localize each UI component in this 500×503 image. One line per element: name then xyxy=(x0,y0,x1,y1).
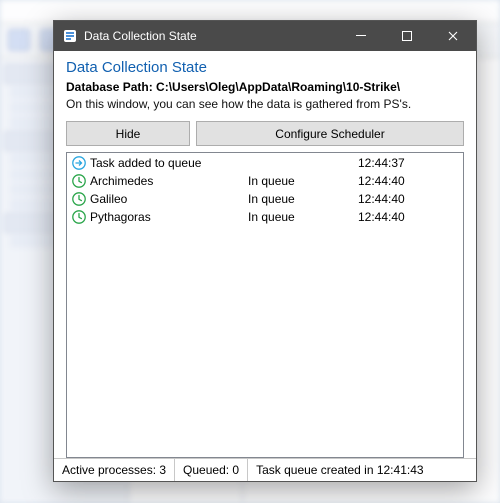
configure-button-label: Configure Scheduler xyxy=(275,127,384,141)
clock-icon xyxy=(71,210,86,225)
row-name: Task added to queue xyxy=(90,156,244,170)
status-queued: Queued: 0 xyxy=(175,459,248,481)
dialog-titlebar[interactable]: Data Collection State xyxy=(54,21,476,51)
data-collection-dialog: Data Collection State Data Collection St… xyxy=(53,20,477,482)
status-bar: Active processes: 3 Queued: 0 Task queue… xyxy=(54,458,476,481)
configure-scheduler-button[interactable]: Configure Scheduler xyxy=(196,121,464,146)
dialog-title-text: Data Collection State xyxy=(84,29,197,43)
clock-icon xyxy=(71,174,86,189)
list-item[interactable]: Pythagoras In queue 12:44:40 xyxy=(67,208,463,226)
status-active: Active processes: 3 xyxy=(54,459,175,481)
header-title: Data Collection State xyxy=(66,59,464,76)
close-button[interactable] xyxy=(430,21,476,51)
row-name: Pythagoras xyxy=(90,210,244,224)
arrow-icon xyxy=(71,156,86,171)
hide-button-label: Hide xyxy=(116,127,141,141)
list-item[interactable]: Archimedes In queue 12:44:40 xyxy=(67,172,463,190)
row-time: 12:44:40 xyxy=(358,174,459,188)
description-text: On this window, you can see how the data… xyxy=(66,97,464,111)
database-path: Database Path: C:\Users\Oleg\AppData\Roa… xyxy=(66,80,464,94)
clock-icon xyxy=(71,192,86,207)
list-item[interactable]: Galileo In queue 12:44:40 xyxy=(67,190,463,208)
row-name: Archimedes xyxy=(90,174,244,188)
minimize-button[interactable] xyxy=(338,21,384,51)
row-status: In queue xyxy=(248,174,354,188)
row-time: 12:44:40 xyxy=(358,192,459,206)
row-name: Galileo xyxy=(90,192,244,206)
row-time: 12:44:37 xyxy=(358,156,459,170)
app-icon xyxy=(62,28,78,44)
row-time: 12:44:40 xyxy=(358,210,459,224)
status-task: Task queue created in 12:41:43 xyxy=(248,459,476,481)
row-status: In queue xyxy=(248,192,354,206)
list-item[interactable]: Task added to queue 12:44:37 xyxy=(67,154,463,172)
task-list[interactable]: Task added to queue 12:44:37 Archimedes … xyxy=(66,152,464,458)
maximize-button[interactable] xyxy=(384,21,430,51)
hide-button[interactable]: Hide xyxy=(66,121,190,146)
row-status: In queue xyxy=(248,210,354,224)
